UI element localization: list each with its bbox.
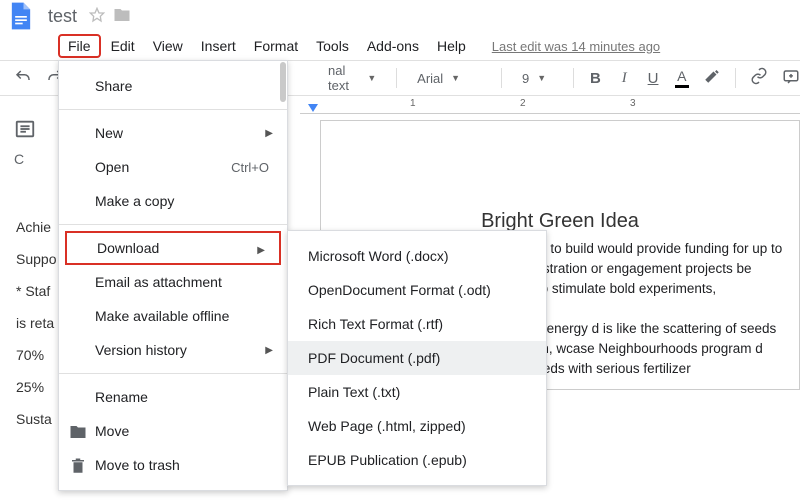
menu-offline-label: Make available offline bbox=[95, 308, 229, 324]
italic-button[interactable]: I bbox=[617, 70, 632, 87]
font-select[interactable]: Arial ▼ bbox=[411, 71, 487, 86]
bold-button[interactable]: B bbox=[588, 70, 603, 87]
ruler-mark: 2 bbox=[520, 98, 526, 109]
menu-help[interactable]: Help bbox=[429, 34, 474, 58]
title-bar: test bbox=[0, 0, 800, 32]
download-epub[interactable]: EPUB Publication (.epub) bbox=[288, 443, 546, 477]
menu-share[interactable]: Share bbox=[59, 69, 287, 103]
font-size-select[interactable]: 9 ▼ bbox=[516, 71, 559, 86]
menu-download-label: Download bbox=[97, 240, 159, 256]
menu-email-attachment[interactable]: Email as attachment bbox=[59, 265, 287, 299]
chevron-right-icon: ▶ bbox=[265, 345, 273, 356]
add-comment-icon[interactable] bbox=[782, 68, 800, 89]
menu-move-to-trash[interactable]: Move to trash bbox=[59, 448, 287, 482]
menu-open-label: Open bbox=[95, 159, 129, 175]
download-pdf-label: PDF Document (.pdf) bbox=[308, 350, 440, 366]
docs-logo-icon[interactable] bbox=[6, 1, 36, 31]
download-epub-label: EPUB Publication (.epub) bbox=[308, 452, 467, 468]
download-rtf[interactable]: Rich Text Format (.rtf) bbox=[288, 307, 546, 341]
menu-share-label: Share bbox=[95, 78, 132, 94]
outline-toggle-icon[interactable] bbox=[14, 118, 36, 143]
menu-history-label: Version history bbox=[95, 342, 187, 358]
menu-format[interactable]: Format bbox=[246, 34, 306, 58]
trash-icon bbox=[69, 457, 87, 475]
ruler[interactable]: 1 2 3 bbox=[300, 96, 800, 114]
undo-icon[interactable] bbox=[14, 68, 32, 89]
download-submenu: Microsoft Word (.docx) OpenDocument Form… bbox=[287, 230, 547, 486]
chevron-down-icon: ▼ bbox=[367, 73, 376, 83]
menu-move[interactable]: Move bbox=[59, 414, 287, 448]
folder-icon bbox=[69, 423, 87, 441]
menu-available-offline[interactable]: Make available offline bbox=[59, 299, 287, 333]
text-color-button[interactable]: A bbox=[674, 68, 689, 88]
folder-icon[interactable] bbox=[113, 6, 131, 27]
download-html[interactable]: Web Page (.html, zipped) bbox=[288, 409, 546, 443]
menu-open-accel: Ctrl+O bbox=[231, 160, 269, 175]
chevron-down-icon: ▼ bbox=[537, 73, 546, 83]
outline-letter: C bbox=[14, 151, 36, 167]
download-html-label: Web Page (.html, zipped) bbox=[308, 418, 466, 434]
menu-move-label: Move bbox=[95, 423, 129, 439]
color-stripe bbox=[675, 85, 689, 88]
chevron-down-icon: ▼ bbox=[451, 73, 460, 83]
menu-bar: File Edit View Insert Format Tools Add-o… bbox=[0, 32, 800, 60]
document-heading: Bright Green Idea bbox=[335, 211, 785, 231]
paragraph-style-select[interactable]: nal text ▼ bbox=[322, 63, 382, 93]
separator bbox=[396, 68, 397, 88]
download-txt[interactable]: Plain Text (.txt) bbox=[288, 375, 546, 409]
menu-version-history[interactable]: Version history ▶ bbox=[59, 333, 287, 367]
underline-button[interactable]: U bbox=[646, 70, 661, 87]
indent-marker-icon[interactable] bbox=[308, 104, 318, 115]
font-label: Arial bbox=[417, 71, 443, 86]
menu-view[interactable]: View bbox=[145, 34, 191, 58]
separator bbox=[59, 109, 287, 110]
menu-rename[interactable]: Rename bbox=[59, 380, 287, 414]
download-txt-label: Plain Text (.txt) bbox=[308, 384, 400, 400]
separator bbox=[573, 68, 574, 88]
chevron-right-icon: ▶ bbox=[265, 128, 273, 139]
star-icon[interactable] bbox=[89, 7, 105, 26]
menu-new[interactable]: New ▶ bbox=[59, 116, 287, 150]
file-menu-dropdown: Share New ▶ Open Ctrl+O Make a copy Down… bbox=[58, 60, 288, 491]
menu-email-label: Email as attachment bbox=[95, 274, 222, 290]
menu-new-label: New bbox=[95, 125, 123, 141]
menu-addons[interactable]: Add-ons bbox=[359, 34, 427, 58]
menu-rename-label: Rename bbox=[95, 389, 148, 405]
menu-insert[interactable]: Insert bbox=[193, 34, 244, 58]
menu-file[interactable]: File bbox=[58, 34, 101, 58]
download-rtf-label: Rich Text Format (.rtf) bbox=[308, 316, 443, 332]
separator bbox=[59, 373, 287, 374]
highlight-color-icon[interactable] bbox=[703, 67, 721, 90]
download-docx-label: Microsoft Word (.docx) bbox=[308, 248, 449, 264]
insert-link-icon[interactable] bbox=[750, 67, 768, 89]
menu-make-copy-label: Make a copy bbox=[95, 193, 174, 209]
text-color-label: A bbox=[677, 68, 686, 84]
left-rail: C bbox=[14, 118, 36, 167]
last-edit-link[interactable]: Last edit was 14 minutes ago bbox=[492, 39, 660, 54]
separator bbox=[735, 68, 736, 88]
download-pdf[interactable]: PDF Document (.pdf) bbox=[288, 341, 546, 375]
ruler-mark: 1 bbox=[410, 98, 416, 109]
menu-make-copy[interactable]: Make a copy bbox=[59, 184, 287, 218]
download-odt[interactable]: OpenDocument Format (.odt) bbox=[288, 273, 546, 307]
menu-trash-label: Move to trash bbox=[95, 457, 180, 473]
chevron-right-icon: ▶ bbox=[257, 245, 265, 256]
download-odt-label: OpenDocument Format (.odt) bbox=[308, 282, 491, 298]
separator bbox=[59, 224, 287, 225]
ruler-mark: 3 bbox=[630, 98, 636, 109]
download-docx[interactable]: Microsoft Word (.docx) bbox=[288, 239, 546, 273]
paragraph-style-label: nal text bbox=[328, 63, 359, 93]
font-size-label: 9 bbox=[522, 71, 529, 86]
menu-open[interactable]: Open Ctrl+O bbox=[59, 150, 287, 184]
document-title[interactable]: test bbox=[44, 6, 81, 27]
menu-edit[interactable]: Edit bbox=[103, 34, 143, 58]
menu-download[interactable]: Download ▶ bbox=[65, 231, 281, 265]
separator bbox=[501, 68, 502, 88]
menu-tools[interactable]: Tools bbox=[308, 34, 357, 58]
